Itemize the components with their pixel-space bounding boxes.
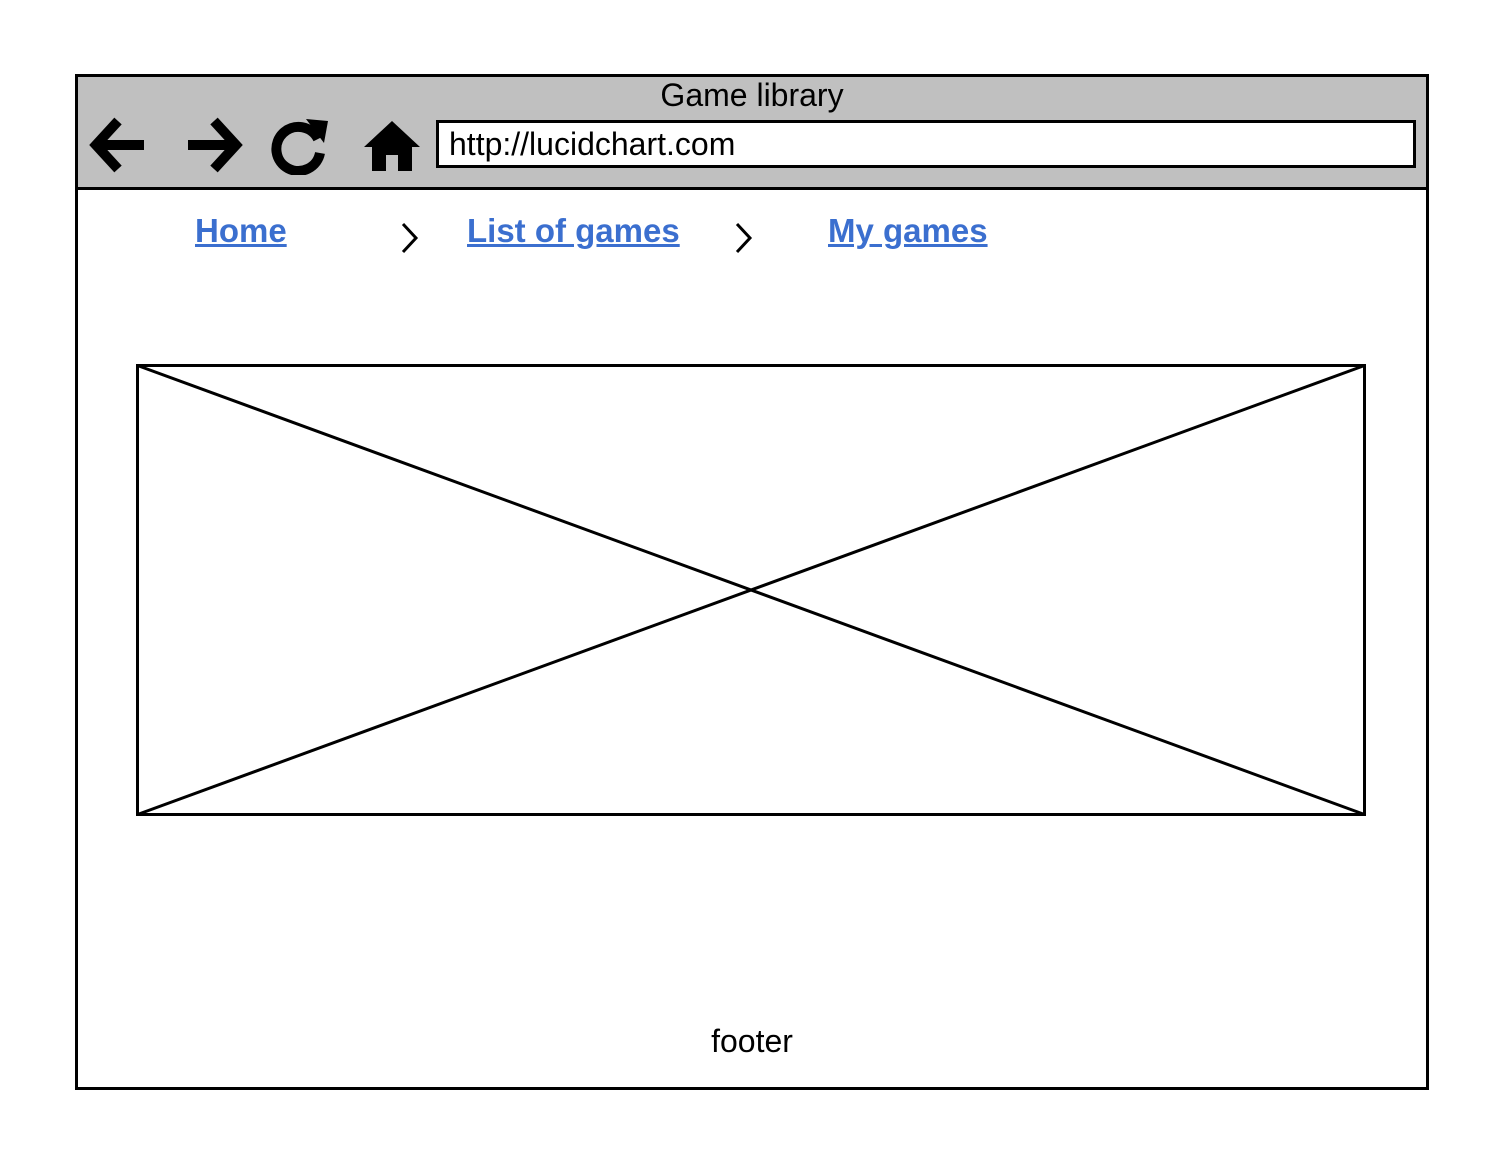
image-placeholder <box>136 364 1366 816</box>
breadcrumb-list-of-games-link[interactable]: List of games <box>467 212 680 250</box>
image-placeholder-icon <box>136 364 1366 816</box>
breadcrumb-home-link[interactable]: Home <box>195 212 287 250</box>
reload-button[interactable] <box>270 115 330 175</box>
window-title: Game library <box>660 77 844 113</box>
footer: footer <box>711 1023 793 1059</box>
forward-button[interactable] <box>184 115 244 175</box>
browser-window: Game library Home <box>75 74 1429 1090</box>
back-button[interactable] <box>88 115 148 175</box>
breadcrumb-my-games-link[interactable]: My games <box>828 212 988 250</box>
chevron-right-icon <box>401 222 419 254</box>
arrow-right-icon <box>188 117 243 173</box>
chevron-right-icon <box>735 222 753 254</box>
reload-icon <box>271 119 328 175</box>
browser-toolbar: Game library <box>78 77 1426 190</box>
home-icon <box>364 121 420 171</box>
home-button[interactable] <box>362 115 422 175</box>
breadcrumb: Home List of games My games <box>78 190 1426 270</box>
arrow-left-icon <box>89 117 144 173</box>
address-bar[interactable] <box>436 120 1416 168</box>
